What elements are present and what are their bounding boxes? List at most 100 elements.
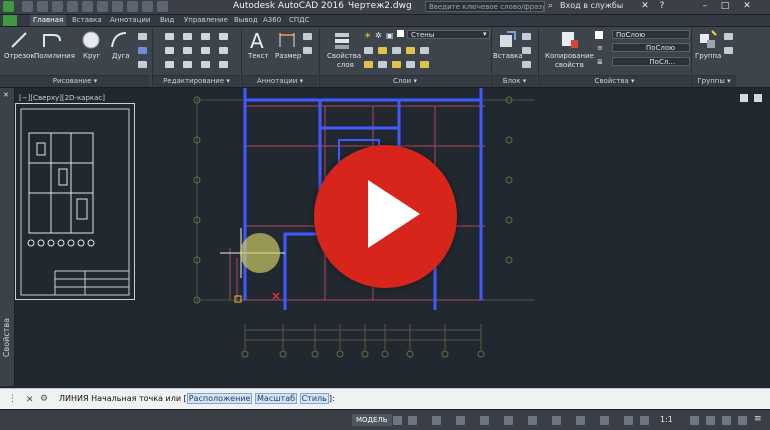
layer-tool-icon[interactable] xyxy=(406,47,415,54)
settings-icon[interactable]: ⚙ xyxy=(40,394,48,404)
properties-palette[interactable]: ✕ Свойства xyxy=(0,88,15,386)
command-option-scale[interactable]: Масштаб xyxy=(255,393,298,404)
layer-tool-icon[interactable] xyxy=(406,61,415,68)
annotation-visibility-icon[interactable] xyxy=(624,416,633,425)
redo-icon[interactable] xyxy=(112,1,123,12)
command-option-style[interactable]: Стиль xyxy=(299,393,329,404)
tab-insert[interactable]: Вставка xyxy=(72,16,102,24)
close-icon[interactable]: ✕ xyxy=(740,1,754,12)
customization-icon[interactable]: ≡ xyxy=(754,414,762,424)
line-button[interactable]: Отрезок xyxy=(4,52,35,60)
application-button[interactable] xyxy=(3,15,17,26)
save-icon[interactable] xyxy=(52,1,63,12)
hatch-icon[interactable] xyxy=(138,47,147,54)
annotation-scale-icon[interactable] xyxy=(640,416,649,425)
draw-panel-title[interactable]: Рисование ▾ xyxy=(0,75,150,87)
clean-screen-icon[interactable] xyxy=(738,416,747,425)
tab-home[interactable]: Главная xyxy=(30,15,67,26)
isodraft-icon[interactable] xyxy=(504,416,513,425)
stretch-icon[interactable] xyxy=(165,61,174,68)
sign-in-link[interactable]: Вход в службы xyxy=(560,1,623,10)
layer-tool-icon[interactable] xyxy=(378,47,387,54)
leader-icon[interactable] xyxy=(303,33,312,40)
circle-icon[interactable] xyxy=(81,30,101,50)
modify-panel-title[interactable]: Редактирование ▾ xyxy=(153,75,240,87)
object-snap-icon[interactable] xyxy=(552,416,561,425)
move-icon[interactable] xyxy=(165,33,174,40)
exchange-icon[interactable]: ✕ xyxy=(638,1,652,12)
share-icon[interactable] xyxy=(127,1,138,12)
rectangle-icon[interactable] xyxy=(138,33,147,40)
layer-lock-icon[interactable]: ▣ xyxy=(386,31,394,40)
explode-icon[interactable] xyxy=(219,47,228,54)
layer-tool-icon[interactable] xyxy=(420,47,429,54)
mirror-icon[interactable] xyxy=(183,47,192,54)
arc-icon[interactable] xyxy=(110,31,128,49)
layer-dropdown[interactable]: Стены xyxy=(407,30,490,39)
match-properties-icon[interactable] xyxy=(560,30,580,50)
block-panel-title[interactable]: Блок ▾ xyxy=(492,75,537,87)
group-icon[interactable] xyxy=(698,30,718,50)
match-properties-button[interactable]: Копирование xyxy=(545,52,594,60)
erase-icon[interactable] xyxy=(219,33,228,40)
lineweight-dropdown[interactable]: ПоСл... xyxy=(612,57,690,66)
properties-panel-title[interactable]: Свойства ▾ xyxy=(539,75,690,87)
properties-palette-label[interactable]: Свойства xyxy=(2,318,11,357)
grip-icon[interactable]: ⋮ xyxy=(8,394,17,404)
viewport-controls-label[interactable]: [−][Сверху][2D-каркас] xyxy=(19,94,105,102)
dimension-icon[interactable] xyxy=(278,32,296,48)
annotation-scale-label[interactable]: 1:1 xyxy=(660,415,673,424)
layer-on-icon[interactable]: ☀ xyxy=(364,31,371,40)
command-line[interactable]: ⋮ ✕ ⚙ ЛИНИЯ Начальная точка или [Располо… xyxy=(0,388,770,409)
tab-a360[interactable]: A360 xyxy=(263,16,281,24)
polar-tracking-icon[interactable] xyxy=(480,416,489,425)
layer-properties-icon[interactable] xyxy=(333,30,353,50)
object-snap-tracking-icon[interactable] xyxy=(528,416,537,425)
layer-tool-icon[interactable] xyxy=(392,61,401,68)
text-icon[interactable]: A xyxy=(250,29,264,53)
linetype-dropdown[interactable]: ПоСлою xyxy=(612,43,690,52)
model-space-button[interactable]: МОДЕЛЬ xyxy=(352,414,392,426)
arc-button[interactable]: Дуга xyxy=(112,52,130,60)
search-input[interactable]: Введите ключевое слово/фразу xyxy=(425,1,545,12)
scale-icon[interactable] xyxy=(183,61,192,68)
minimize-icon[interactable]: – xyxy=(698,1,712,12)
polyline-icon[interactable] xyxy=(42,31,62,49)
quick-access-dropdown-icon[interactable] xyxy=(157,1,168,12)
table-icon[interactable] xyxy=(303,47,312,54)
workspace-switch-icon[interactable] xyxy=(690,416,699,425)
layers-panel-title[interactable]: Слои ▾ xyxy=(320,75,490,87)
palette-close-icon[interactable]: ✕ xyxy=(3,91,9,99)
block-attribute-icon[interactable] xyxy=(522,61,531,68)
polyline-button[interactable]: Полилиния xyxy=(34,52,75,60)
offset-icon[interactable] xyxy=(219,61,228,68)
layer-freeze-icon[interactable]: ✲ xyxy=(375,31,382,40)
edit-block-icon[interactable] xyxy=(522,47,531,54)
layer-tool-icon[interactable] xyxy=(378,61,387,68)
grid-icon[interactable] xyxy=(393,416,402,425)
tab-output[interactable]: Вывод xyxy=(234,16,258,24)
ungroup-icon[interactable] xyxy=(724,33,733,40)
array-icon[interactable] xyxy=(201,61,210,68)
copy-icon[interactable] xyxy=(165,47,174,54)
tab-view[interactable]: Вид xyxy=(160,16,174,24)
plot-icon[interactable] xyxy=(82,1,93,12)
command-close-icon[interactable]: ✕ xyxy=(26,395,34,405)
layer-tool-icon[interactable] xyxy=(364,47,373,54)
layer-properties-button[interactable]: Свойства xyxy=(327,52,361,60)
maximize-icon[interactable]: □ xyxy=(718,1,732,12)
match-properties-button-line2[interactable]: свойств xyxy=(555,61,584,69)
group-edit-icon[interactable] xyxy=(724,47,733,54)
rotate-icon[interactable] xyxy=(183,33,192,40)
workspace-icon[interactable] xyxy=(142,1,153,12)
viewport-restore-icon[interactable] xyxy=(740,94,748,102)
fillet-icon[interactable] xyxy=(201,47,210,54)
line-icon[interactable] xyxy=(10,31,28,49)
ortho-icon[interactable] xyxy=(456,416,465,425)
selection-cycling-icon[interactable] xyxy=(600,416,609,425)
group-button[interactable]: Группа xyxy=(695,52,721,60)
create-block-icon[interactable] xyxy=(522,33,531,40)
tab-annotate[interactable]: Аннотации xyxy=(110,16,150,24)
circle-button[interactable]: Круг xyxy=(83,52,100,60)
groups-panel-title[interactable]: Группы ▾ xyxy=(692,75,736,87)
